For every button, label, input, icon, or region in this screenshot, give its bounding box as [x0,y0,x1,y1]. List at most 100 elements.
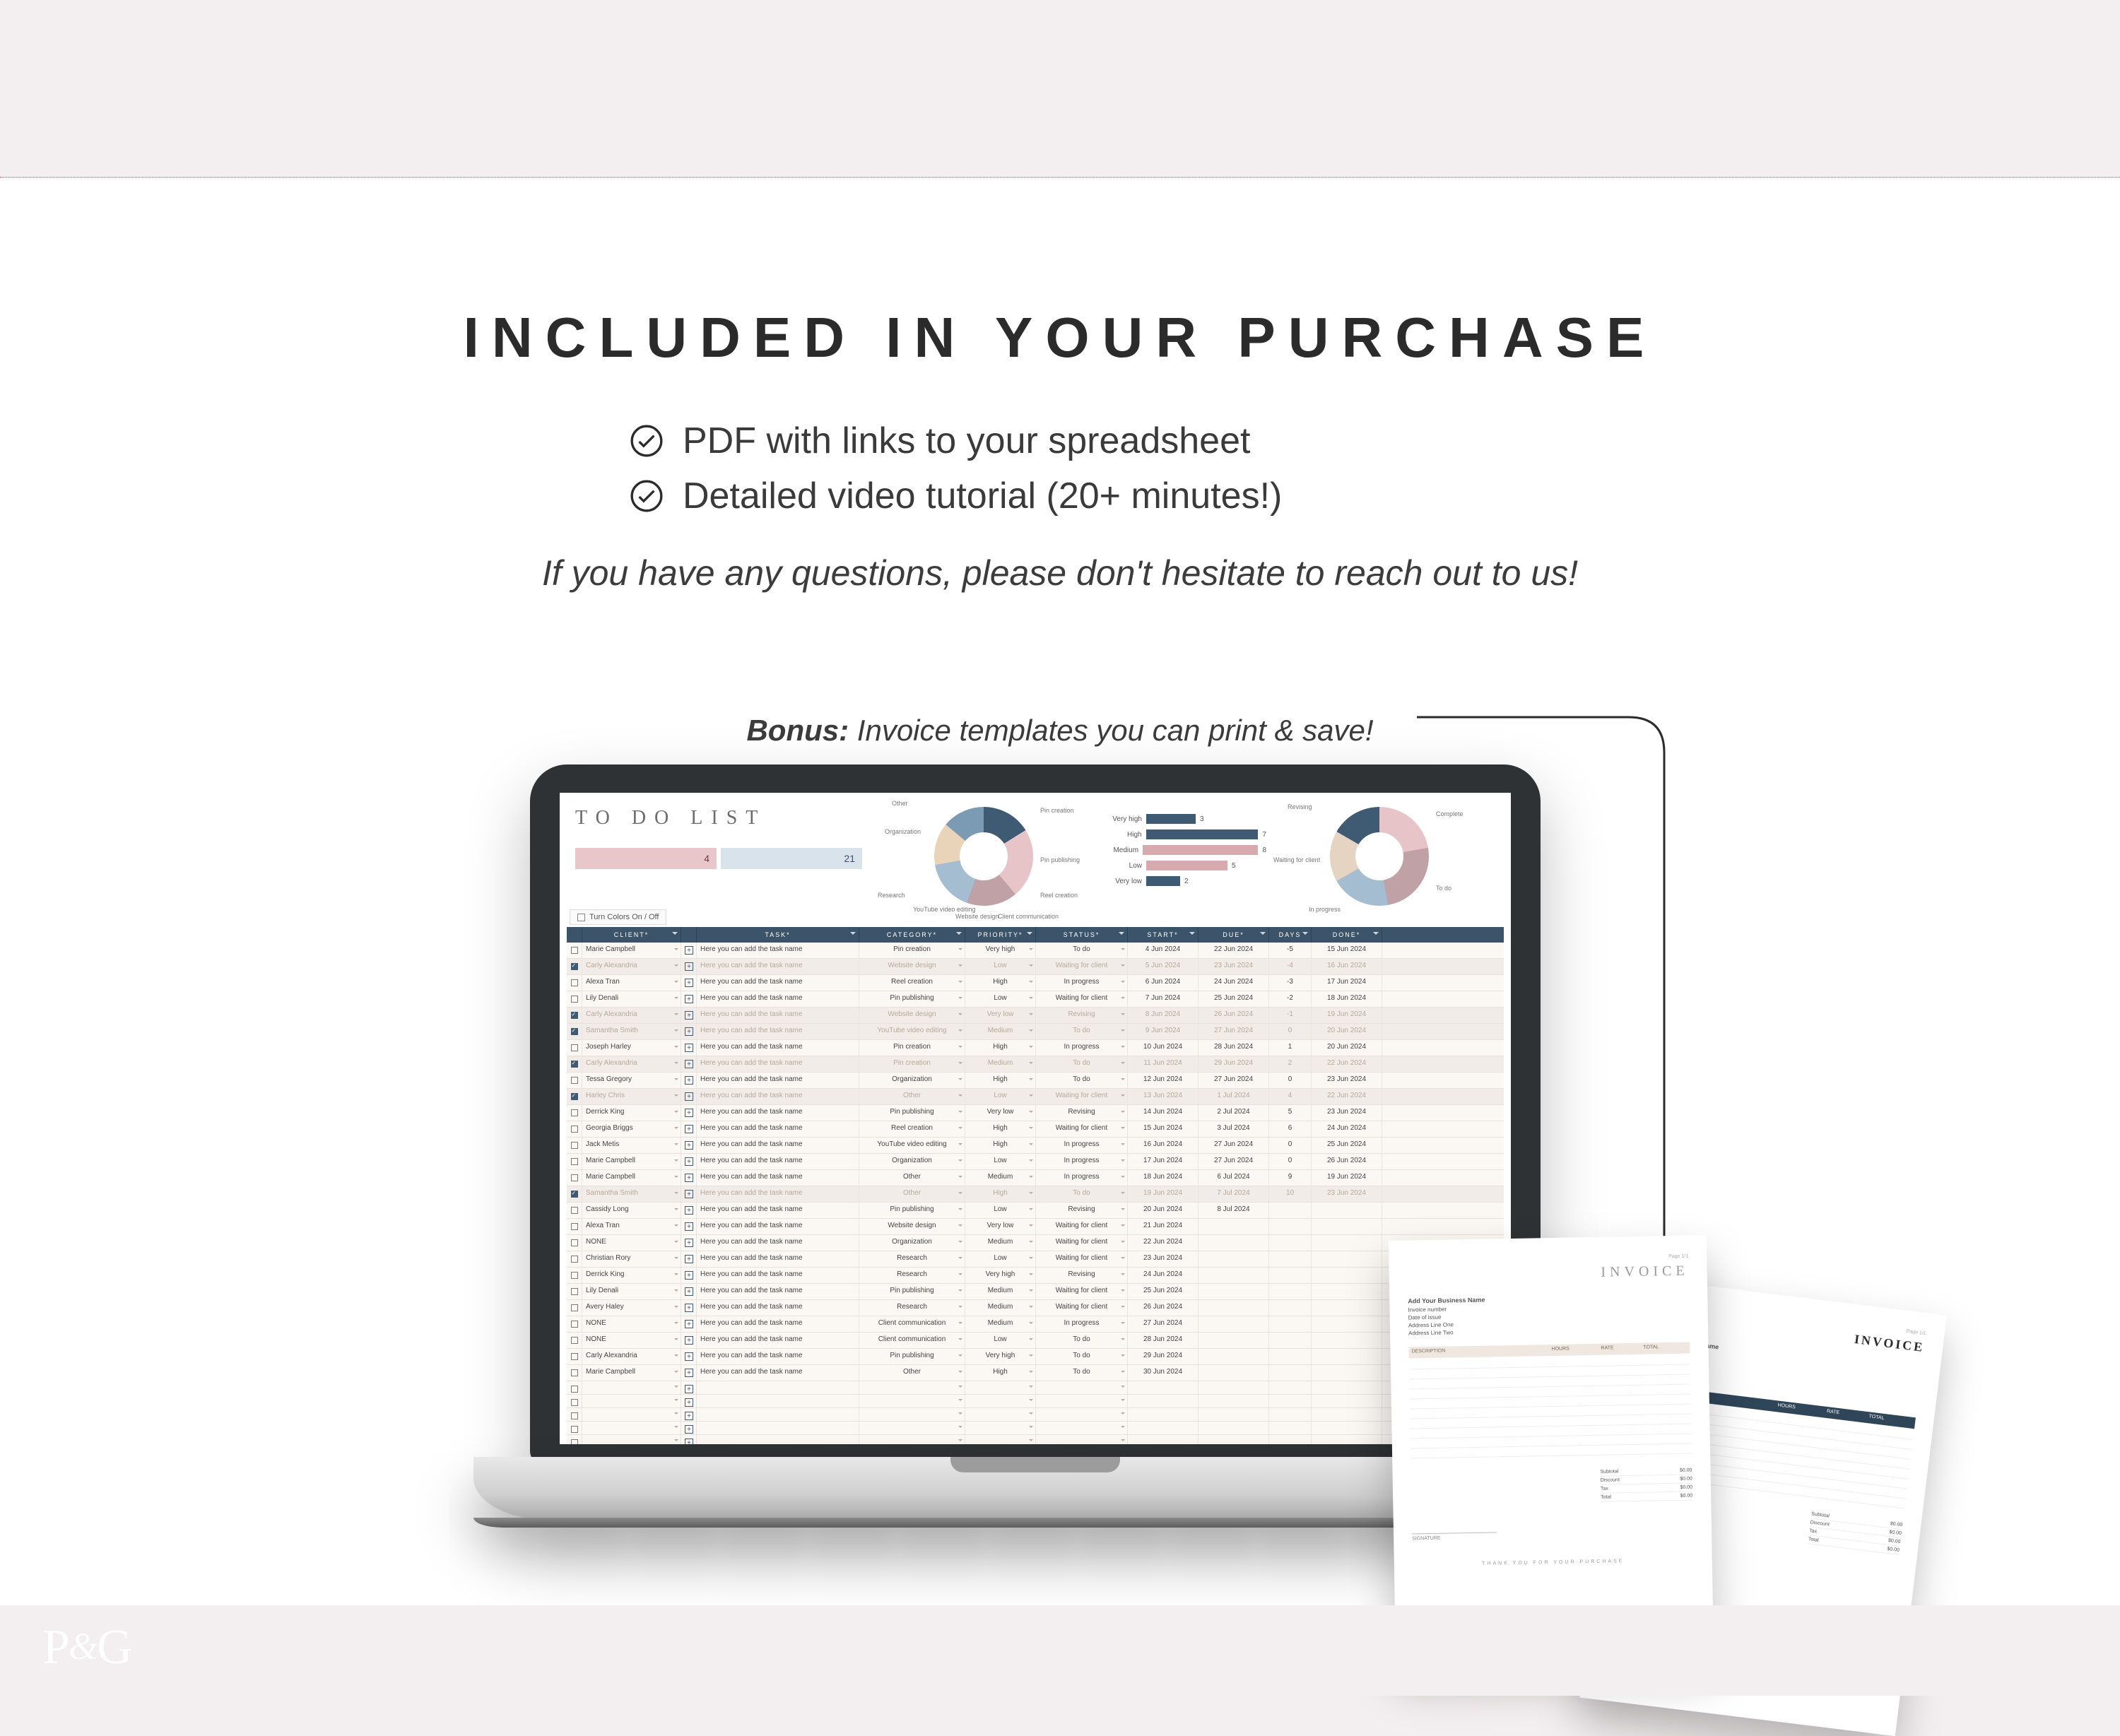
cell-due[interactable] [1199,1219,1269,1234]
expand-button[interactable]: + [681,1235,697,1251]
cell-category[interactable]: Pin publishing [859,1284,965,1299]
expand-button[interactable]: + [681,1154,697,1169]
cell-due[interactable]: 24 Jun 2024 [1199,975,1269,991]
cell-task[interactable]: Here you can add the task name [697,1219,859,1234]
cell-status[interactable]: Waiting for client [1036,1235,1128,1251]
cell-task[interactable]: Here you can add the task name [697,943,859,958]
cell-client[interactable]: Carly Alexandria [582,959,681,974]
cell-priority[interactable]: Medium [965,1024,1036,1039]
cell-start[interactable]: 10 Jun 2024 [1128,1040,1199,1056]
expand-button[interactable]: + [681,1008,697,1023]
cell-due[interactable]: 2 Jul 2024 [1199,1105,1269,1121]
expand-button[interactable]: + [681,1381,697,1394]
cell-status[interactable]: In progress [1036,1154,1128,1169]
cell-task[interactable]: Here you can add the task name [697,1300,859,1316]
cell-priority[interactable]: Very high [965,1268,1036,1283]
cell-task[interactable]: Here you can add the task name [697,975,859,991]
cell-task[interactable]: Here you can add the task name [697,1008,859,1023]
expand-button[interactable]: + [681,1040,697,1056]
row-checkbox[interactable] [567,1422,582,1434]
cell-start[interactable]: 26 Jun 2024 [1128,1300,1199,1316]
cell-status[interactable]: In progress [1036,1040,1128,1056]
cell-category[interactable]: Pin publishing [859,1349,965,1364]
cell-done[interactable]: 15 Jun 2024 [1312,943,1382,958]
table-row[interactable]: NONE+Here you can add the task nameOrgan… [567,1235,1504,1251]
color-toggle[interactable]: Turn Colors On / Off [570,909,666,925]
cell-done[interactable]: 17 Jun 2024 [1312,975,1382,991]
cell-task[interactable]: Here you can add the task name [697,1073,859,1088]
cell-start[interactable]: 23 Jun 2024 [1128,1251,1199,1267]
expand-button[interactable]: + [681,1024,697,1039]
cell-done[interactable]: 18 Jun 2024 [1312,991,1382,1007]
row-checkbox[interactable] [567,1251,582,1267]
row-checkbox[interactable] [567,1073,582,1088]
cell-due[interactable] [1199,1365,1269,1381]
cell-task[interactable]: Here you can add the task name [697,1121,859,1137]
cell-due[interactable] [1199,1235,1269,1251]
cell-done[interactable] [1312,1284,1382,1299]
cell-task[interactable]: Here you can add the task name [697,1186,859,1202]
expand-button[interactable]: + [681,1105,697,1121]
table-header-cell[interactable]: START* [1128,927,1199,943]
row-checkbox[interactable] [567,1284,582,1299]
cell-category[interactable]: YouTube video editing [859,1024,965,1039]
table-row[interactable]: + [567,1408,1504,1422]
cell-client[interactable]: NONE [582,1333,681,1348]
cell-client[interactable]: Marie Campbell [582,943,681,958]
table-header-cell[interactable]: DAYS [1269,927,1312,943]
cell-task[interactable]: Here you can add the task name [697,1268,859,1283]
cell-due[interactable] [1199,1316,1269,1332]
cell-start[interactable]: 18 Jun 2024 [1128,1170,1199,1186]
table-row[interactable]: + [567,1435,1504,1444]
cell-priority[interactable]: High [965,1138,1036,1153]
table-row[interactable]: Harley Chris+Here you can add the task n… [567,1089,1504,1105]
cell-category[interactable]: Reel creation [859,975,965,991]
cell-client[interactable] [582,1422,681,1434]
cell-due[interactable] [1199,1251,1269,1267]
cell-start[interactable]: 12 Jun 2024 [1128,1073,1199,1088]
cell-status[interactable]: Waiting for client [1036,1300,1128,1316]
cell-priority[interactable]: Low [965,959,1036,974]
table-header-cell[interactable] [567,927,582,943]
cell-done[interactable] [1312,1203,1382,1218]
cell-category[interactable]: Research [859,1268,965,1283]
row-checkbox[interactable] [567,959,582,974]
expand-button[interactable]: + [681,1300,697,1316]
expand-button[interactable]: + [681,1186,697,1202]
cell-status[interactable]: Revising [1036,1268,1128,1283]
expand-button[interactable]: + [681,1219,697,1234]
cell-client[interactable]: Harley Chris [582,1089,681,1104]
cell-status[interactable]: In progress [1036,1316,1128,1332]
table-row[interactable]: Alexa Tran+Here you can add the task nam… [567,975,1504,991]
cell-done[interactable]: 23 Jun 2024 [1312,1186,1382,1202]
cell-status[interactable]: Waiting for client [1036,1284,1128,1299]
cell-start[interactable]: 21 Jun 2024 [1128,1219,1199,1234]
cell-status[interactable]: In progress [1036,1138,1128,1153]
cell-client[interactable]: Derrick King [582,1105,681,1121]
cell-priority[interactable]: High [965,1040,1036,1056]
table-row[interactable]: + [567,1381,1504,1395]
cell-task[interactable]: Here you can add the task name [697,1316,859,1332]
cell-client[interactable]: Christian Rory [582,1251,681,1267]
table-row[interactable]: Carly Alexandria+Here you can add the ta… [567,1008,1504,1024]
cell-due[interactable]: 27 Jun 2024 [1199,1073,1269,1088]
cell-start[interactable]: 24 Jun 2024 [1128,1268,1199,1283]
table-row[interactable]: + [567,1395,1504,1408]
table-row[interactable]: Derrick King+Here you can add the task n… [567,1268,1504,1284]
cell-task[interactable]: Here you can add the task name [697,1089,859,1104]
cell-client[interactable]: Marie Campbell [582,1365,681,1381]
cell-priority[interactable]: High [965,1121,1036,1137]
cell-priority[interactable]: Very low [965,1219,1036,1234]
cell-done[interactable] [1312,1300,1382,1316]
row-checkbox[interactable] [567,1408,582,1421]
expand-button[interactable]: + [681,1408,697,1421]
cell-priority[interactable]: Low [965,991,1036,1007]
row-checkbox[interactable] [567,1235,582,1251]
table-row[interactable]: Carly Alexandria+Here you can add the ta… [567,1349,1504,1365]
table-row[interactable]: NONE+Here you can add the task nameClien… [567,1333,1504,1349]
cell-client[interactable]: Marie Campbell [582,1170,681,1186]
cell-client[interactable]: Lily Denali [582,991,681,1007]
cell-due[interactable]: 6 Jul 2024 [1199,1170,1269,1186]
cell-status[interactable]: Revising [1036,1203,1128,1218]
table-row[interactable]: Marie Campbell+Here you can add the task… [567,943,1504,959]
